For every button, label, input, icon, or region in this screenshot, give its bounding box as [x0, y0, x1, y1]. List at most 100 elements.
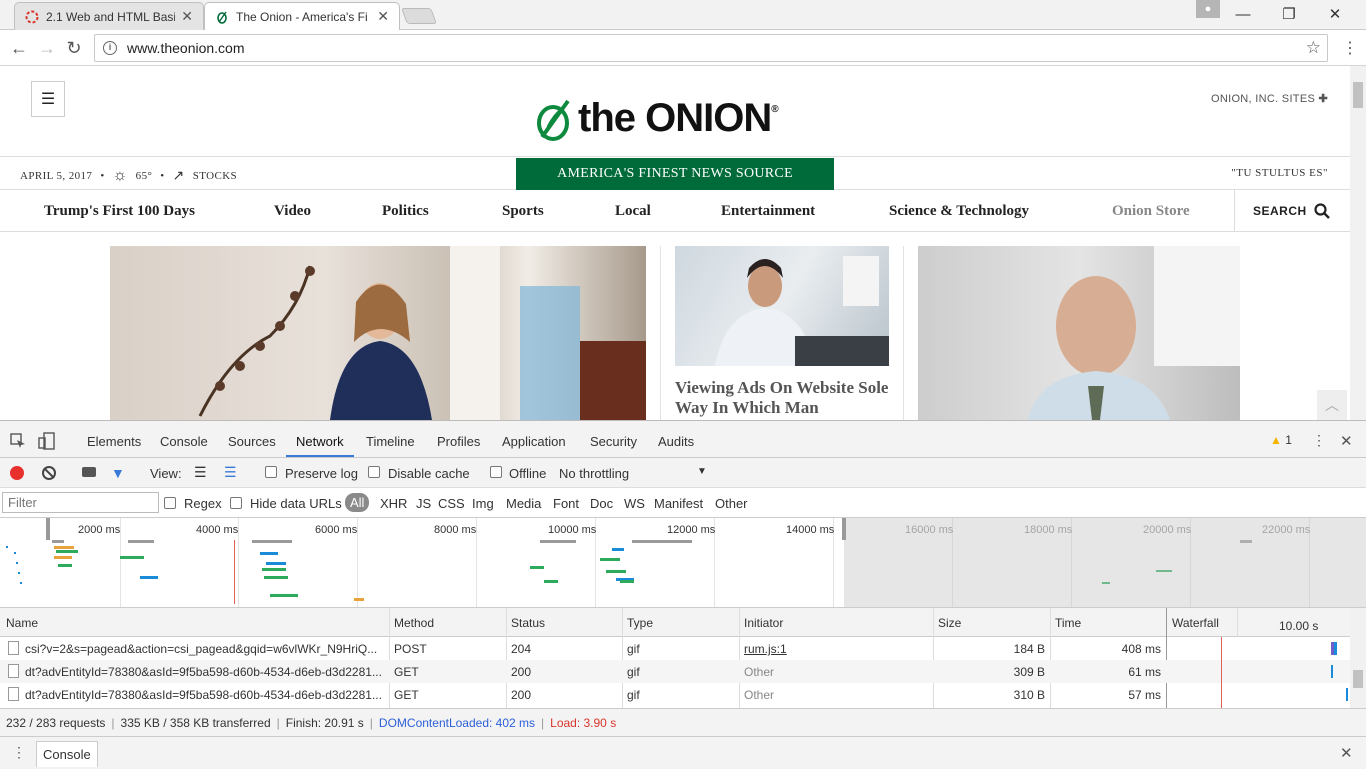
article-headline[interactable]: Viewing Ads On Website Sole Way In Which…	[675, 378, 889, 418]
tab-console[interactable]: Console	[160, 434, 208, 449]
tab-application[interactable]: Application	[502, 434, 566, 449]
device-toolbar-icon[interactable]	[38, 432, 56, 450]
close-drawer-icon[interactable]: ✕	[1340, 744, 1353, 762]
new-tab-button[interactable]	[401, 8, 437, 24]
close-icon[interactable]: ✕	[181, 8, 193, 25]
bookmark-star-icon[interactable]: ☆	[1306, 38, 1321, 58]
filter-bar: Regex Hide data URLs All XHR JS CSS Img …	[0, 488, 1366, 518]
column-waterfall[interactable]: Waterfall	[1172, 616, 1219, 630]
close-window-icon[interactable]: ✕	[1312, 0, 1358, 28]
chevron-down-icon[interactable]: ▼	[697, 466, 707, 477]
column-type[interactable]: Type	[627, 616, 653, 630]
nav-item-video[interactable]: Video	[274, 203, 311, 220]
stocks-trend-icon: ↗	[172, 168, 185, 184]
request-method: GET	[394, 688, 419, 702]
column-time[interactable]: Time	[1055, 616, 1081, 630]
overview-right-handle[interactable]	[842, 518, 846, 540]
tab-sources[interactable]: Sources	[228, 434, 276, 449]
record-icon[interactable]	[10, 466, 24, 480]
nav-item-local[interactable]: Local	[615, 203, 651, 220]
capture-screenshots-icon[interactable]	[82, 467, 96, 477]
tab-network[interactable]: Network	[296, 434, 344, 449]
tagline-banner: AMERICA'S FINEST NEWS SOURCE	[516, 158, 834, 190]
column-method[interactable]: Method	[394, 616, 434, 630]
tab-audits[interactable]: Audits	[658, 434, 694, 449]
article-photo-man-desk[interactable]	[675, 246, 889, 366]
filter-type-xhr[interactable]: XHR	[380, 496, 407, 511]
preserve-log-checkbox[interactable]	[265, 466, 277, 478]
filter-type-media[interactable]: Media	[506, 496, 541, 511]
minimize-icon[interactable]: —	[1220, 0, 1266, 28]
info-icon[interactable]: i	[103, 41, 117, 55]
filter-type-other[interactable]: Other	[715, 496, 748, 511]
filter-type-font[interactable]: Font	[553, 496, 579, 511]
network-overview[interactable]: 2000 ms 4000 ms 6000 ms 8000 ms 10000 ms…	[0, 518, 1366, 608]
column-initiator[interactable]: Initiator	[744, 616, 783, 630]
devtools-menu-icon[interactable]: ⋮	[1312, 432, 1326, 449]
table-row[interactable]: dt?advEntityId=78380&asId=9f5ba598-d60b-…	[0, 683, 1350, 706]
back-icon[interactable]: ←	[8, 37, 30, 59]
page-scrollbar[interactable]	[1350, 66, 1366, 420]
filter-input[interactable]	[2, 492, 159, 513]
browser-tab-1[interactable]: 2.1 Web and HTML Basic ✕	[14, 2, 204, 30]
requests-scrollbar[interactable]	[1350, 608, 1366, 708]
forward-icon[interactable]: →	[36, 37, 58, 59]
address-bar[interactable]: i www.theonion.com ☆	[94, 34, 1328, 62]
reload-icon[interactable]: ↻	[63, 37, 85, 59]
table-row[interactable]: dt?advEntityId=78380&asId=9f5ba598-d60b-…	[0, 660, 1350, 683]
nav-item-onion-store[interactable]: Onion Store	[1112, 203, 1190, 220]
close-devtools-icon[interactable]: ✕	[1340, 432, 1353, 450]
overview-left-handle[interactable]	[46, 518, 50, 540]
featured-photo-woman[interactable]	[110, 246, 646, 420]
tab-elements[interactable]: Elements	[87, 434, 141, 449]
filter-type-css[interactable]: CSS	[438, 496, 465, 511]
nav-item-entertainment[interactable]: Entertainment	[721, 203, 815, 220]
list-view-icon[interactable]: ☰	[194, 464, 207, 481]
filter-type-manifest[interactable]: Manifest	[654, 496, 703, 511]
user-icon[interactable]: ●	[1196, 0, 1220, 18]
close-icon[interactable]: ✕	[377, 8, 389, 25]
filter-type-all[interactable]: All	[345, 493, 370, 512]
request-initiator-link[interactable]: rum.js:1	[744, 642, 787, 656]
dom-content-loaded-time: DOMContentLoaded: 402 ms	[378, 715, 536, 730]
filter-icon[interactable]: ▼	[111, 465, 125, 481]
regex-checkbox[interactable]	[164, 497, 176, 509]
onion-logo[interactable]: the ONION ®	[534, 96, 779, 141]
restore-icon[interactable]: ❐	[1266, 0, 1312, 28]
nav-item-science-tech[interactable]: Science & Technology	[889, 203, 1029, 220]
column-name[interactable]: Name	[6, 616, 38, 630]
offline-checkbox[interactable]	[490, 466, 502, 478]
filter-type-img[interactable]: Img	[472, 496, 494, 511]
nav-item-sports[interactable]: Sports	[502, 203, 544, 220]
waterfall-view-icon[interactable]: ☰	[224, 464, 237, 481]
scrollbar-thumb[interactable]	[1353, 670, 1363, 688]
filter-type-ws[interactable]: WS	[624, 496, 645, 511]
disable-cache-checkbox[interactable]	[368, 466, 380, 478]
search-button[interactable]: SEARCH	[1234, 190, 1330, 232]
hamburger-menu-icon[interactable]: ☰	[31, 81, 65, 117]
filter-type-js[interactable]: JS	[416, 496, 431, 511]
table-row[interactable]: csi?v=2&s=pagead&action=csi_pagead&gqid=…	[0, 637, 1350, 660]
featured-photo-old-man[interactable]	[918, 246, 1240, 420]
nav-item-trump[interactable]: Trump's First 100 Days	[44, 203, 195, 220]
tab-profiles[interactable]: Profiles	[437, 434, 480, 449]
onion-inc-sites-link[interactable]: ONION, INC. SITES ✚	[1211, 92, 1328, 105]
browser-tab-2[interactable]: The Onion - America's Fi ✕	[204, 2, 400, 30]
browser-menu-icon[interactable]: ⋮	[1342, 38, 1358, 58]
tab-security[interactable]: Security	[590, 434, 637, 449]
tab-timeline[interactable]: Timeline	[366, 434, 415, 449]
nav-item-politics[interactable]: Politics	[382, 203, 429, 220]
stocks-link[interactable]: STOCKS	[193, 170, 237, 182]
warnings-counter[interactable]: ▲ 1	[1270, 433, 1292, 447]
inspect-element-icon[interactable]	[10, 433, 26, 449]
scrollbar-thumb[interactable]	[1353, 82, 1363, 108]
scroll-to-top-button[interactable]: ︿	[1317, 390, 1347, 420]
drawer-menu-icon[interactable]: ⋮	[12, 744, 26, 761]
clear-icon[interactable]	[42, 466, 56, 480]
column-size[interactable]: Size	[938, 616, 961, 630]
filter-type-doc[interactable]: Doc	[590, 496, 613, 511]
throttling-select[interactable]: No throttling	[559, 466, 629, 481]
column-status[interactable]: Status	[511, 616, 545, 630]
drawer-tab-console[interactable]: Console	[36, 741, 98, 767]
hide-data-urls-checkbox[interactable]	[230, 497, 242, 509]
